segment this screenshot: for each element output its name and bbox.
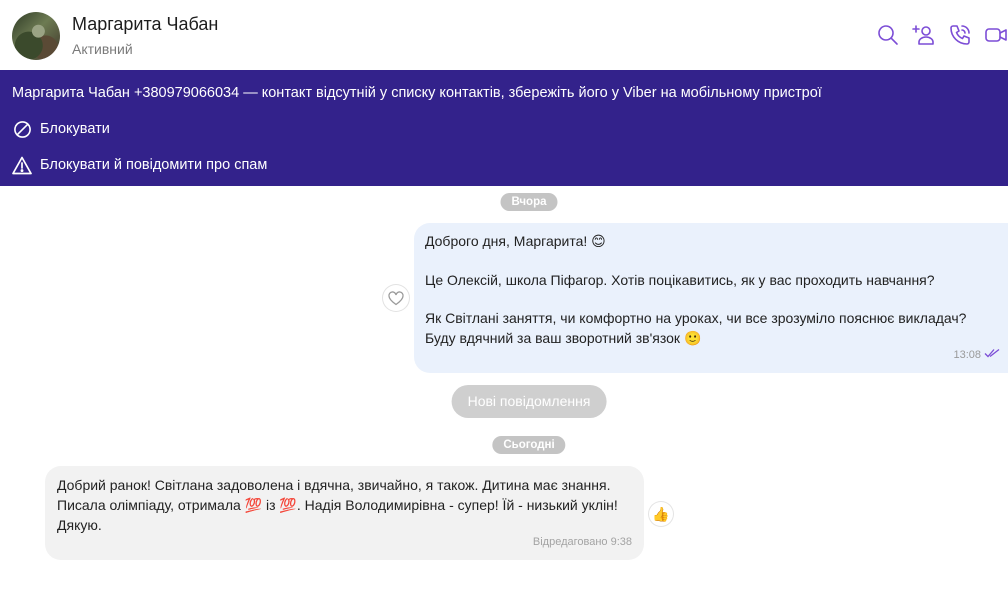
- message-line: Доброго дня, Маргарита! 😊: [425, 233, 606, 249]
- add-user-icon[interactable]: [912, 21, 936, 49]
- message-time: 13:08: [953, 348, 981, 361]
- search-icon[interactable]: [876, 21, 900, 49]
- block-button[interactable]: Блокувати: [12, 119, 110, 139]
- block-report-spam-button[interactable]: Блокувати й повідомити про спам: [12, 155, 267, 175]
- date-separator-yesterday: Вчора: [500, 193, 558, 211]
- avatar[interactable]: [12, 12, 60, 60]
- block-label: Блокувати: [40, 121, 110, 137]
- message-line: Це Олексій, школа Піфагор. Хотів поцікав…: [425, 271, 935, 288]
- video-icon[interactable]: [984, 21, 1008, 49]
- contact-status: Активний: [72, 41, 133, 57]
- contact-name[interactable]: Маргарита Чабан: [72, 14, 218, 35]
- message-meta: 13:08: [953, 346, 1000, 366]
- block-icon: [12, 119, 32, 139]
- date-separator-today: Сьогодні: [492, 436, 566, 454]
- message-line: Як Світлані заняття, чи комфортно на уро…: [425, 310, 967, 346]
- warning-icon: [12, 155, 32, 175]
- unknown-contact-banner: Маргарита Чабан +380979066034 — контакт …: [0, 70, 1008, 186]
- phone-icon[interactable]: [948, 21, 972, 49]
- chat-header: Маргарита Чабан Активний: [0, 0, 1008, 70]
- outgoing-message[interactable]: Доброго дня, Маргарита! 😊 Це Олексій, шк…: [414, 223, 1008, 373]
- heart-icon[interactable]: [383, 285, 409, 311]
- message-text: Добрий ранок! Світлана задоволена і вдяч…: [57, 477, 618, 533]
- incoming-message[interactable]: Добрий ранок! Світлана задоволена і вдяч…: [45, 466, 644, 560]
- banner-notice: Маргарита Чабан +380979066034 — контакт …: [12, 85, 822, 101]
- new-messages-button[interactable]: Нові повідомлення: [451, 385, 607, 418]
- message-edited-meta: Відредаговано 9:38: [532, 536, 632, 548]
- block-spam-label: Блокувати й повідомити про спам: [40, 157, 268, 173]
- read-checkmark-icon: [984, 346, 1000, 366]
- header-actions: [876, 21, 1008, 49]
- thumbs-up-reaction[interactable]: 👍: [649, 502, 673, 526]
